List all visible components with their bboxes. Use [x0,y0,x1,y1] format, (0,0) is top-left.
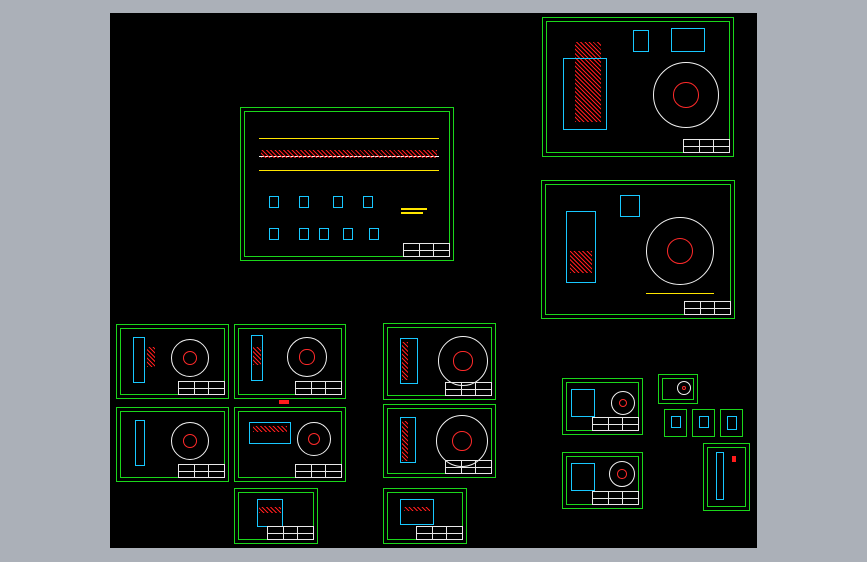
detail-view [299,196,309,208]
detail-view [363,196,373,208]
title-block [445,382,492,396]
shaft-section [261,150,437,158]
disc-front [438,336,488,386]
red-note [279,400,289,404]
top-view [633,30,649,52]
title-block [416,526,463,540]
section-hatch [147,347,155,367]
sheet-impeller-1[interactable] [116,324,229,399]
ring-front [677,381,691,395]
housing-section [570,251,592,273]
sheet-part-small-1[interactable] [234,488,318,544]
section-hatch [253,426,287,432]
detail-view [369,228,379,240]
title-block [592,417,639,431]
impeller-front [171,339,209,377]
section-view [400,499,434,525]
sheet-detail-a[interactable] [664,409,687,437]
sheet-part-small-2[interactable] [383,488,467,544]
detail-view [269,196,279,208]
sheet-flange-1[interactable] [562,378,643,435]
section-view [571,463,595,491]
red-note [732,456,736,462]
dimension-line [259,138,439,139]
title-block [178,464,225,478]
section-hatch [253,347,261,365]
flange-circle [653,62,719,128]
section-hatch [259,507,281,513]
flange-front [609,461,635,487]
title-block [295,464,342,478]
title-block [683,139,730,153]
sheet-disc-2[interactable] [383,404,496,478]
side-view [620,195,640,217]
title-block [267,526,314,540]
note-text [401,208,427,210]
drawing-viewport[interactable] [110,13,757,548]
section-hatch [402,342,408,380]
detail-outline [671,416,681,428]
title-block [403,243,450,257]
dimension-line [259,170,439,171]
sheet-ring-small[interactable] [658,374,698,404]
title-block [295,381,342,395]
section-view [257,499,283,527]
detail-outline [699,416,709,428]
housing-outline [563,58,607,130]
detail-view [319,228,329,240]
section-hatch [404,507,430,511]
sheet-flange-2[interactable] [562,452,643,509]
detail-view [269,228,279,240]
title-block [178,381,225,395]
sheet-detail-b[interactable] [692,409,715,437]
detail-view [299,228,309,240]
sheet-inner-border [707,447,746,507]
sheet-pump-housing-top[interactable] [542,17,734,157]
dimension-line [646,293,714,294]
shaft-outline [716,452,724,500]
impeller-front [297,422,331,456]
impeller-front [171,422,209,460]
section-view [133,337,145,383]
section-view [571,389,595,417]
flange-front [611,391,635,415]
detail-outline [727,416,737,430]
detail-view [333,196,343,208]
section-hatch [402,421,408,461]
octagon-flange [646,217,714,285]
sheet-disc-1[interactable] [383,323,496,400]
title-block [592,491,639,505]
impeller-front [287,337,327,377]
detail-view [343,228,353,240]
title-block [684,301,731,315]
sheet-detail-c[interactable] [720,409,743,437]
section-view [135,420,145,466]
sheet-assembly-shaft[interactable] [240,107,454,261]
sheet-impeller-4[interactable] [234,400,346,482]
note-text [401,212,423,214]
sheet-impeller-2[interactable] [234,324,346,399]
sheet-shaft-vertical[interactable] [703,443,750,511]
top-view [671,28,705,52]
sheet-impeller-3[interactable] [116,407,229,482]
sheet-pump-housing-bottom[interactable] [541,180,735,319]
title-block [445,460,492,474]
